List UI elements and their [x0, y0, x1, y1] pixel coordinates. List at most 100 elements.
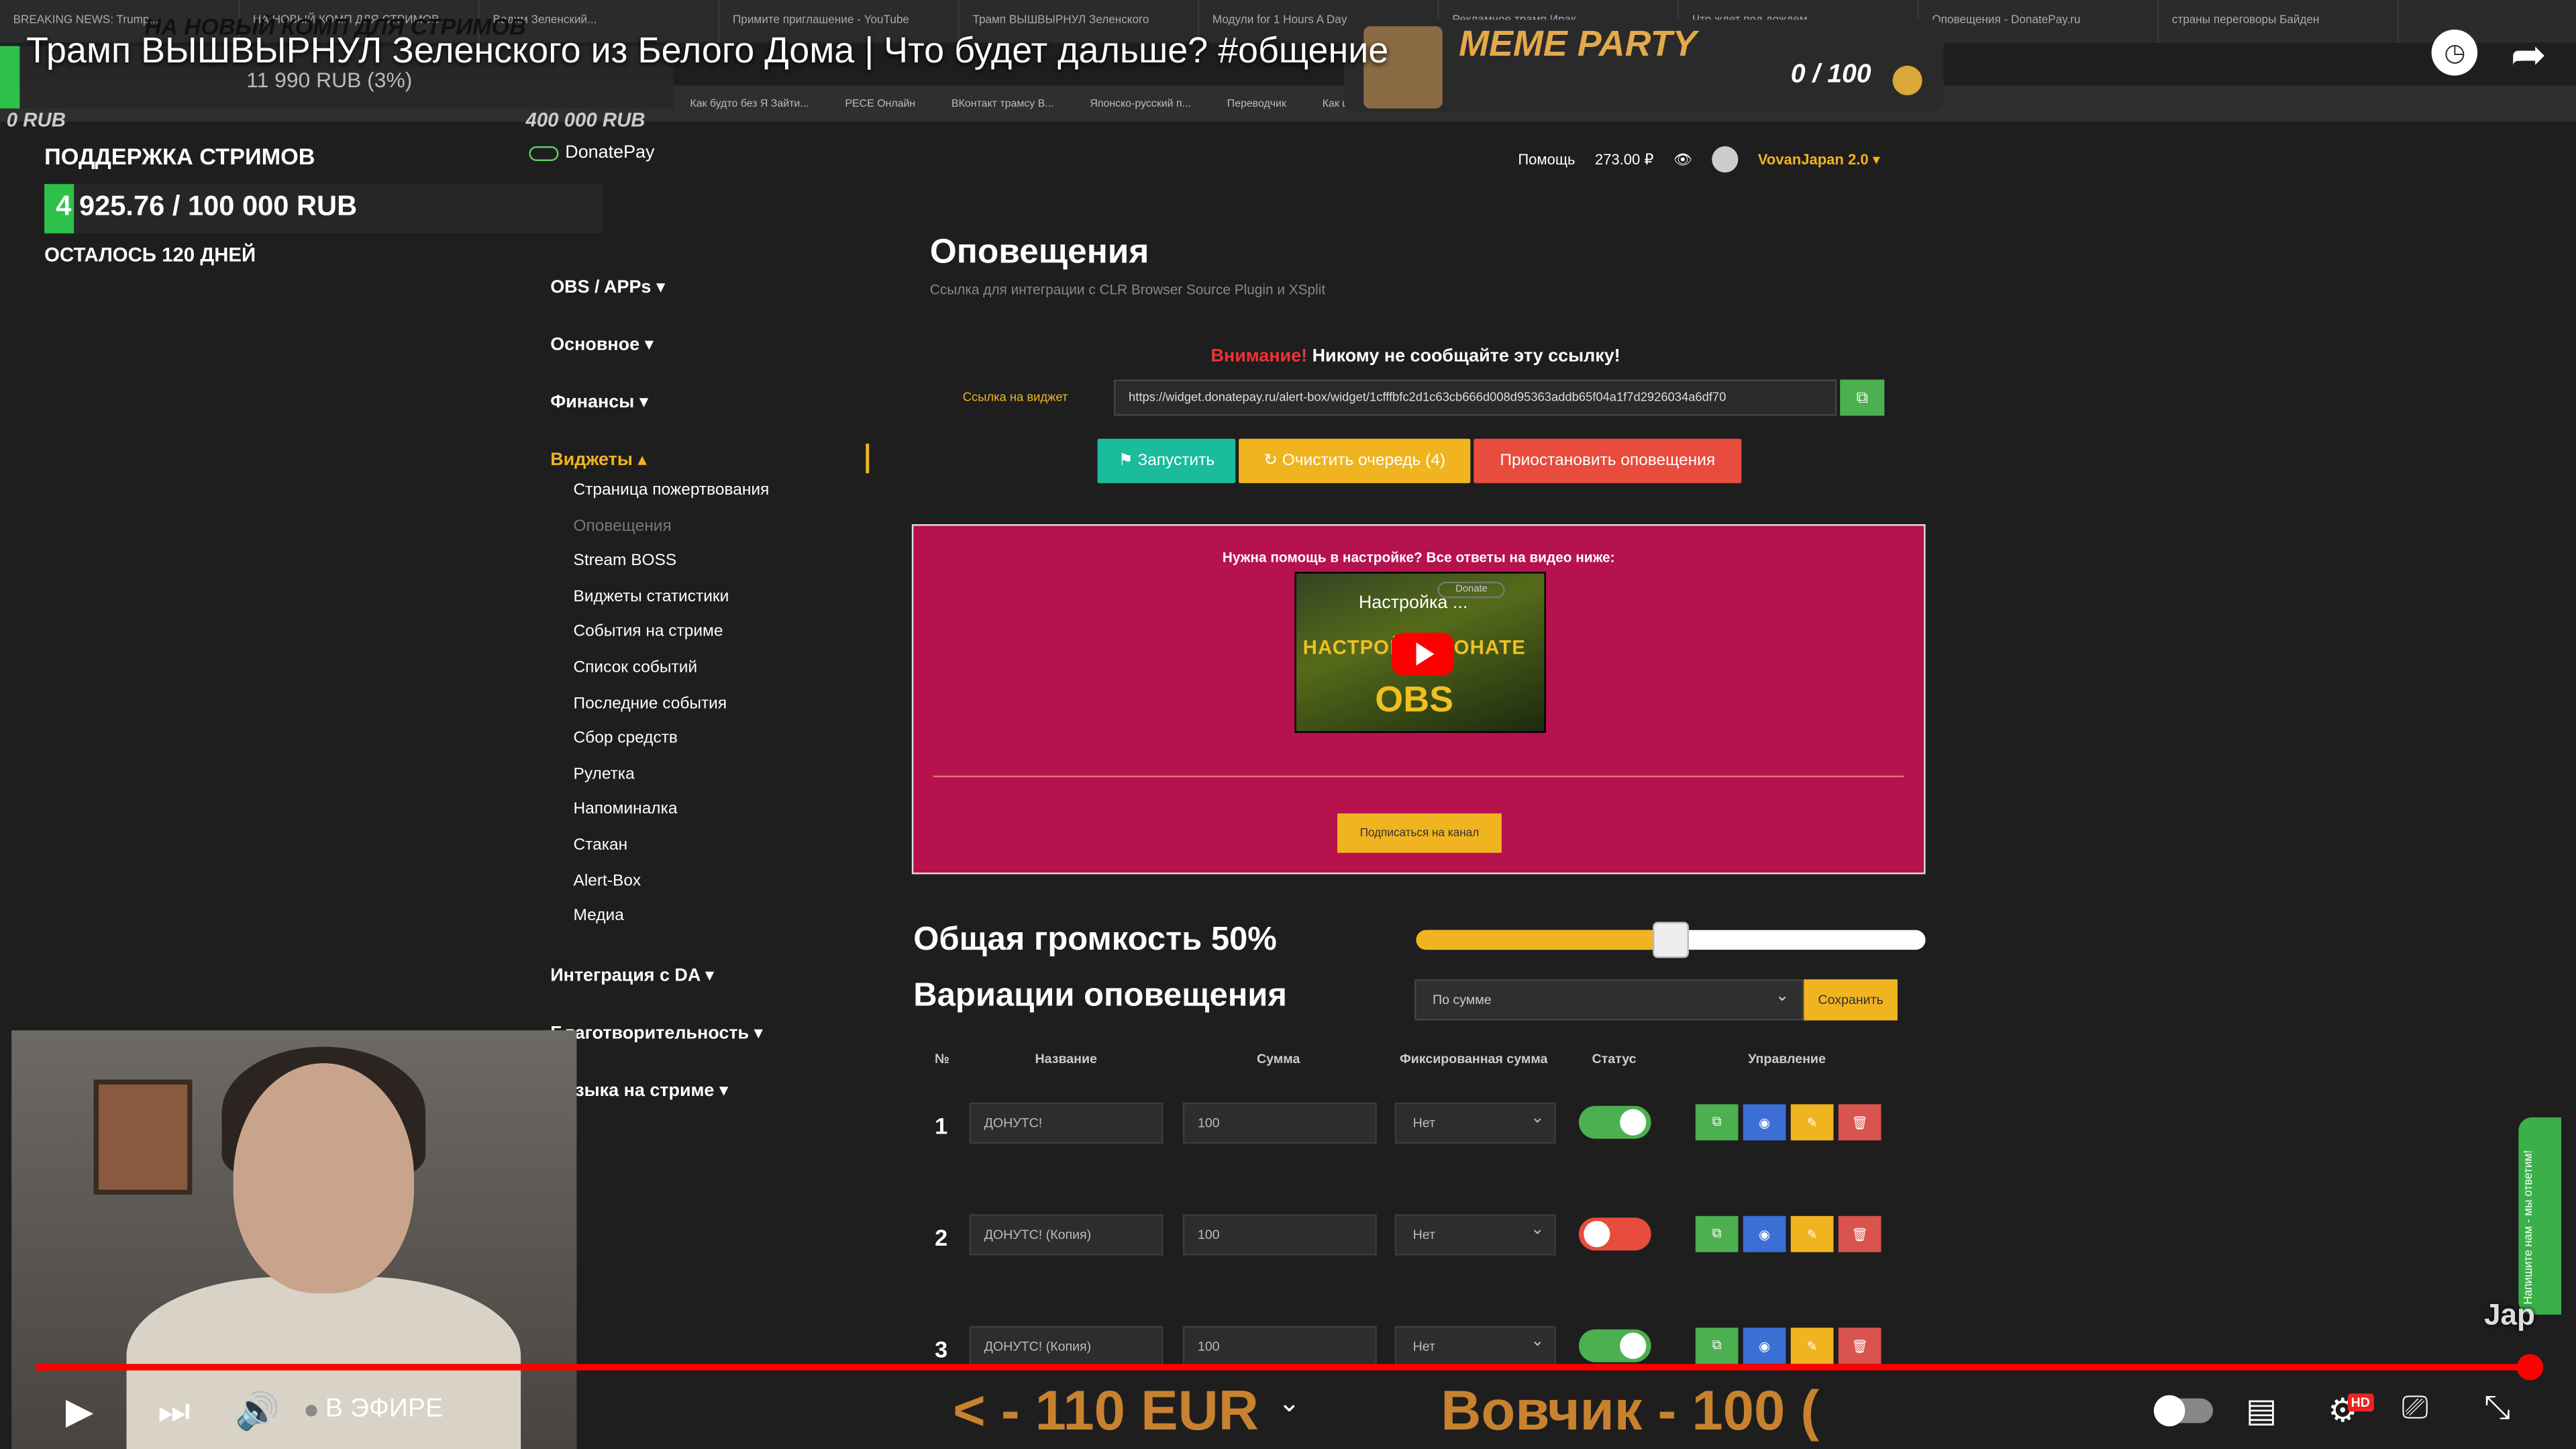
- fixed-sum-select[interactable]: Нет: [1394, 1211, 1556, 1256]
- support-days-left: ОСТАЛОСЬ 120 ДНЕЙ: [44, 243, 256, 266]
- fixed-sum-select[interactable]: Нет: [1394, 1323, 1556, 1368]
- eye-icon[interactable]: 👁: [1673, 150, 1692, 168]
- sidebar-section[interactable]: Финансы ▾: [550, 391, 879, 412]
- donatepay-logo[interactable]: DonatePay: [529, 143, 655, 163]
- edit-icon[interactable]: ✎: [1790, 1104, 1834, 1141]
- sidebar-item[interactable]: Stream BOSS: [573, 544, 878, 580]
- header-user-area: Помощь 273.00 ₽ 👁 VovanJapan 2.0 ▾: [1518, 146, 1880, 173]
- copy-icon[interactable]: ⧉: [1695, 1104, 1739, 1141]
- bookmark-item[interactable]: Японско-русский п...: [1090, 98, 1190, 109]
- sidebar-item[interactable]: Последние события: [573, 686, 878, 721]
- video-progress-bar[interactable]: [36, 1364, 2534, 1370]
- obs-logo: OBS: [1375, 679, 1454, 720]
- sidebar-item[interactable]: Alert-Box: [573, 864, 878, 899]
- copy-icon[interactable]: ⧉: [1695, 1215, 1739, 1252]
- help-video[interactable]: Настройка ... Donate НАСТРОЙКА ДОНАТЕ OB…: [1294, 572, 1546, 733]
- variation-name-input[interactable]: ДОНУТС! (Копия): [969, 1326, 1164, 1368]
- sidebar-item[interactable]: События на стриме: [573, 615, 878, 651]
- fixed-sum-select[interactable]: Нет: [1394, 1099, 1556, 1144]
- donatepay-logo-text: DonatePay: [565, 143, 655, 163]
- webcam-feed: [11, 1030, 577, 1449]
- edit-icon[interactable]: ✎: [1790, 1328, 1834, 1364]
- subscribe-button[interactable]: Подписаться на канал: [1337, 813, 1502, 853]
- edit-icon[interactable]: ✎: [1790, 1215, 1834, 1252]
- toggle-knob: [1584, 1221, 1610, 1248]
- next-icon[interactable]: ⏭: [158, 1390, 191, 1433]
- sidebar-item[interactable]: Оповещения: [573, 509, 878, 544]
- copy-icon[interactable]: ⧉: [1695, 1328, 1739, 1364]
- status-toggle[interactable]: [1578, 1329, 1651, 1362]
- sidebar-item[interactable]: Виджеты статистики: [573, 580, 878, 615]
- sort-select[interactable]: По сумме: [1414, 978, 1804, 1021]
- bookmark-item[interactable]: РЕСЕ Онлайн: [845, 98, 915, 109]
- coin-icon: [1892, 65, 1922, 96]
- delete-icon[interactable]: 🗑: [1838, 1104, 1882, 1141]
- browser-tab[interactable]: Оповещения - DonatePay.ru: [1919, 0, 2159, 43]
- help-link[interactable]: Помощь: [1518, 151, 1575, 167]
- variation-sum-input[interactable]: 100: [1182, 1214, 1377, 1256]
- save-button[interactable]: Сохранить: [1804, 979, 1898, 1021]
- subtitles-icon[interactable]: ▤: [2246, 1390, 2277, 1431]
- chevron-down-icon[interactable]: ⌄: [1278, 1387, 1300, 1419]
- table-header: №: [935, 1051, 949, 1067]
- clear-queue-button[interactable]: ↻ Очистить очередь (4): [1239, 438, 1471, 483]
- help-divider: [933, 775, 1904, 778]
- donatepay-logo-icon: [529, 145, 559, 160]
- table-header: Статус: [1592, 1051, 1637, 1067]
- delete-icon[interactable]: 🗑: [1838, 1215, 1882, 1252]
- copy-icon: ⧉: [1856, 389, 1868, 407]
- variation-name-input[interactable]: ДОНУТС!: [969, 1102, 1164, 1144]
- share-icon[interactable]: ➦: [2511, 30, 2546, 81]
- video-scrubber[interactable]: [2516, 1354, 2544, 1381]
- volume-icon[interactable]: 🔊: [235, 1390, 280, 1433]
- delete-icon[interactable]: 🗑: [1838, 1328, 1882, 1364]
- warning-prefix: Внимание!: [1210, 346, 1308, 366]
- sidebar-section[interactable]: OBS / APPs ▾: [550, 276, 879, 297]
- watch-later-icon[interactable]: ◷: [2432, 30, 2478, 76]
- sidebar-item[interactable]: Медиа: [573, 899, 878, 935]
- live-label[interactable]: В ЭФИРЕ: [325, 1395, 443, 1425]
- screen: BREAKING NEWS: Trump... НА НОВЫЙ КОМП ДЛЯ…: [0, 0, 2576, 1449]
- variation-name-input[interactable]: ДОНУТС! (Копия): [969, 1214, 1164, 1256]
- status-toggle[interactable]: [1578, 1217, 1651, 1251]
- cast-icon[interactable]: ⎚: [2402, 1390, 2428, 1428]
- variation-sum-input[interactable]: 100: [1182, 1326, 1377, 1368]
- sidebar-item[interactable]: Стакан: [573, 828, 878, 864]
- copy-link-button[interactable]: ⧉: [1840, 379, 1885, 416]
- user-menu[interactable]: VovanJapan 2.0 ▾: [1758, 150, 1880, 168]
- play-video-icon[interactable]: [1391, 632, 1454, 676]
- sidebar-item[interactable]: Сбор средств: [573, 721, 878, 757]
- variation-sum-input[interactable]: 100: [1182, 1102, 1377, 1144]
- balance: 273.00 ₽: [1594, 150, 1654, 167]
- video-title[interactable]: Трамп ВЫШВЫРНУЛ Зеленского из Белого Дом…: [26, 30, 1388, 72]
- table-header: Сумма: [1257, 1051, 1300, 1067]
- channel-watermark: Jap: [2483, 1298, 2535, 1332]
- play-icon[interactable]: ▶: [66, 1390, 93, 1433]
- avatar[interactable]: [1712, 146, 1739, 173]
- bookmark-item[interactable]: ВКонтакт трамсу В...: [951, 98, 1053, 109]
- exit-fullscreen-icon[interactable]: ⤡: [2484, 1390, 2510, 1428]
- sidebar-section[interactable]: Музыка на стриме ▾: [550, 1079, 879, 1100]
- sidebar-item[interactable]: Список событий: [573, 650, 878, 686]
- browser-tab[interactable]: страны переговоры Байден: [2159, 0, 2399, 43]
- support-amount: 4 925.76 / 100 000 RUB: [56, 191, 358, 222]
- sidebar-section[interactable]: Основное ▾: [550, 334, 879, 354]
- view-icon[interactable]: ◉: [1743, 1104, 1786, 1141]
- volume-slider-handle[interactable]: [1653, 921, 1689, 958]
- stream-goal-progress: [0, 46, 20, 109]
- status-toggle[interactable]: [1578, 1105, 1651, 1139]
- autoplay-knob: [2153, 1395, 2185, 1427]
- sidebar-item[interactable]: Напоминалка: [573, 793, 878, 828]
- pause-alerts-button[interactable]: Приостановить оповещения: [1474, 438, 1742, 483]
- sidebar-item[interactable]: Рулетка: [573, 757, 878, 793]
- sidebar-item[interactable]: Страница пожертвования: [573, 473, 878, 509]
- view-icon[interactable]: ◉: [1743, 1215, 1786, 1252]
- bookmark-item[interactable]: Переводчик: [1227, 98, 1286, 109]
- view-icon[interactable]: ◉: [1743, 1328, 1786, 1364]
- bookmark-item[interactable]: Как будто без Я Зайти...: [690, 98, 809, 109]
- start-button[interactable]: ⚑ Запустить: [1097, 438, 1236, 483]
- sidebar-section[interactable]: Интеграция с DA ▾: [550, 964, 879, 985]
- sidebar-section[interactable]: Благотворительность ▾: [550, 1021, 879, 1043]
- widget-link-field[interactable]: https://widget.donatepay.ru/alert-box/wi…: [1114, 379, 1837, 416]
- sidebar-section-widgets[interactable]: Виджеты ▴: [550, 448, 879, 470]
